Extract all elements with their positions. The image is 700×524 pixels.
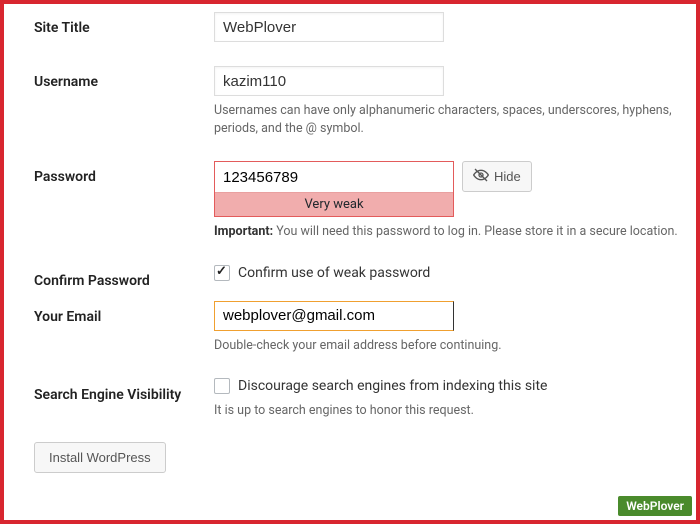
sev-discourage-label[interactable]: Discourage search engines from indexing …: [214, 378, 547, 394]
confirm-weak-password-text: Confirm use of weak password: [238, 265, 430, 281]
password-label: Password: [34, 161, 214, 185]
password-strength-indicator: Very weak: [215, 192, 453, 216]
site-title-label: Site Title: [34, 12, 214, 36]
confirm-weak-password-label[interactable]: Confirm use of weak password: [214, 265, 430, 281]
username-label: Username: [34, 66, 214, 90]
sev-discourage-checkbox[interactable]: [214, 378, 230, 394]
email-help: Double-check your email address before c…: [214, 337, 680, 355]
eye-slash-icon: [473, 167, 489, 186]
email-label: Your Email: [34, 301, 214, 325]
sev-help: It is up to search engines to honor this…: [214, 402, 680, 420]
confirm-password-label: Confirm Password: [34, 265, 214, 289]
confirm-weak-password-checkbox[interactable]: [214, 265, 230, 281]
username-help: Usernames can have only alphanumeric cha…: [214, 102, 680, 137]
password-input[interactable]: [215, 162, 453, 192]
password-important-note: Important: You will need this password t…: [214, 223, 680, 241]
watermark-badge: WebPlover: [618, 496, 692, 516]
install-wordpress-button[interactable]: Install WordPress: [34, 442, 166, 473]
hide-button-label: Hide: [494, 169, 521, 184]
sev-label: Search Engine Visibility: [34, 378, 214, 404]
hide-password-button[interactable]: Hide: [462, 161, 532, 192]
sev-discourage-text: Discourage search engines from indexing …: [238, 378, 547, 394]
email-input[interactable]: [214, 301, 454, 331]
username-input[interactable]: [214, 66, 444, 96]
site-title-input[interactable]: [214, 12, 444, 42]
